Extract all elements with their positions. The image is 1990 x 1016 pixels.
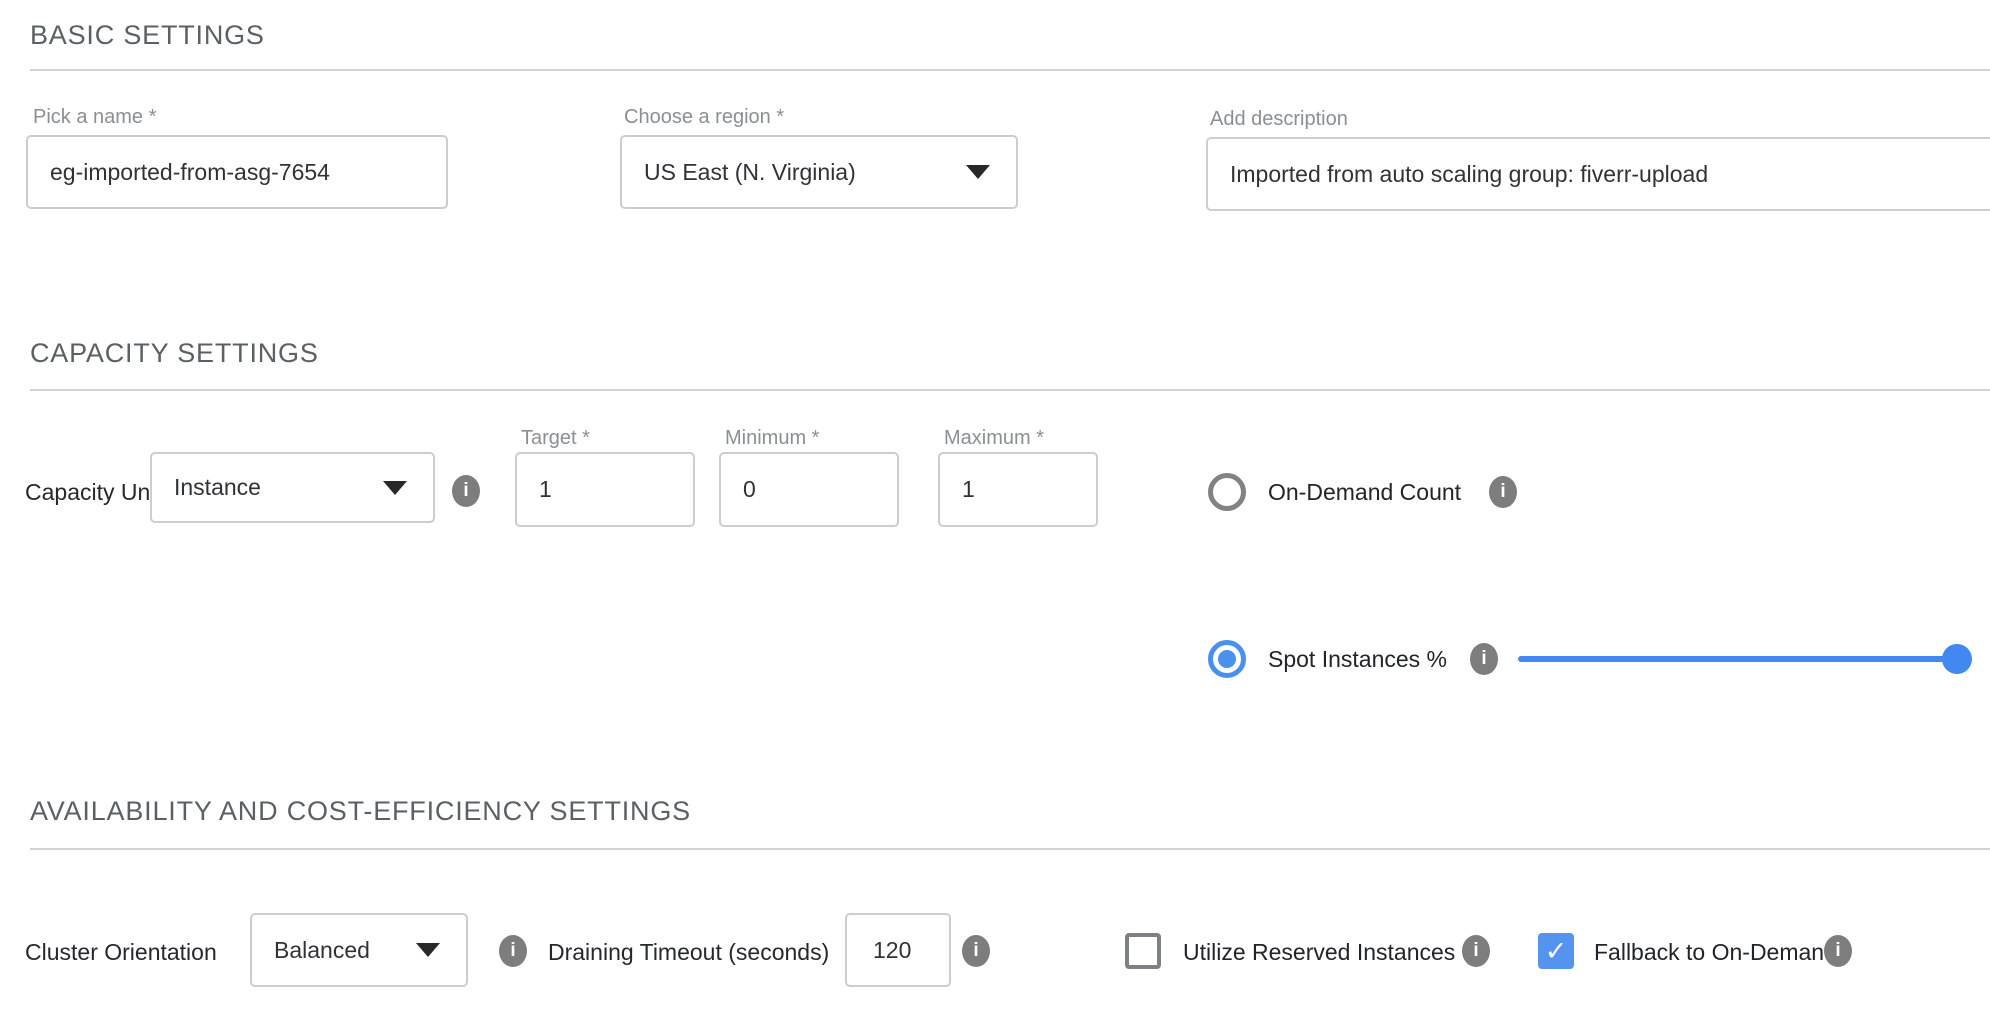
divider [30,69,1990,71]
chevron-down-icon [966,165,990,179]
basic-settings-title: BASIC SETTINGS [30,20,265,51]
divider [30,848,1990,850]
region-select[interactable]: US East (N. Virginia) [620,135,1018,209]
description-label: Add description [1210,108,1348,131]
maximum-input[interactable] [938,452,1098,527]
divider [30,389,1990,391]
fallback-to-on-demand-label: Fallback to On-Demand [1594,939,1837,966]
on-demand-count-label: On-Demand Count [1268,479,1461,506]
cluster-orientation-label: Cluster Orientation [25,939,217,966]
description-input[interactable] [1206,137,1990,211]
spot-percentage-slider-thumb[interactable] [1942,644,1972,674]
capacity-unit-label: Capacity Unit [25,479,162,506]
target-label: Target * [521,427,590,450]
fallback-to-on-demand-checkbox[interactable] [1538,933,1574,969]
fallback-to-on-demand-info-icon[interactable] [1824,935,1852,967]
spot-percentage-slider[interactable] [1518,656,1958,662]
minimum-input[interactable] [719,452,899,527]
capacity-unit-value: Instance [174,474,261,501]
capacity-unit-info-icon[interactable] [452,475,480,507]
name-label: Pick a name * [33,106,156,129]
name-input[interactable] [26,135,448,209]
capacity-unit-select[interactable]: Instance [150,452,435,523]
target-input[interactable] [515,452,695,527]
cluster-orientation-info-icon[interactable] [499,935,527,967]
minimum-label: Minimum * [725,427,819,450]
spot-instances-radio[interactable] [1208,640,1246,678]
region-select-value: US East (N. Virginia) [644,159,856,186]
draining-timeout-input[interactable] [845,913,951,987]
draining-timeout-label: Draining Timeout (seconds) [548,939,829,966]
capacity-settings-title: CAPACITY SETTINGS [30,338,319,369]
utilize-reserved-instances-label: Utilize Reserved Instances [1183,939,1455,966]
cluster-orientation-value: Balanced [274,937,370,964]
region-label: Choose a region * [624,106,784,129]
utilize-reserved-instances-checkbox[interactable] [1125,933,1161,969]
cluster-orientation-select[interactable]: Balanced [250,913,468,987]
spot-instances-label: Spot Instances % [1268,646,1447,673]
utilize-reserved-instances-info-icon[interactable] [1462,935,1490,967]
draining-timeout-info-icon[interactable] [962,935,990,967]
on-demand-count-radio[interactable] [1208,473,1246,511]
chevron-down-icon [383,481,407,495]
on-demand-count-info-icon[interactable] [1489,476,1517,508]
availability-settings-title: AVAILABILITY AND COST-EFFICIENCY SETTING… [30,796,691,827]
spot-instances-info-icon[interactable] [1470,643,1498,675]
maximum-label: Maximum * [944,427,1044,450]
chevron-down-icon [416,943,440,957]
settings-page: BASIC SETTINGS Pick a name * Choose a re… [0,0,1990,1016]
